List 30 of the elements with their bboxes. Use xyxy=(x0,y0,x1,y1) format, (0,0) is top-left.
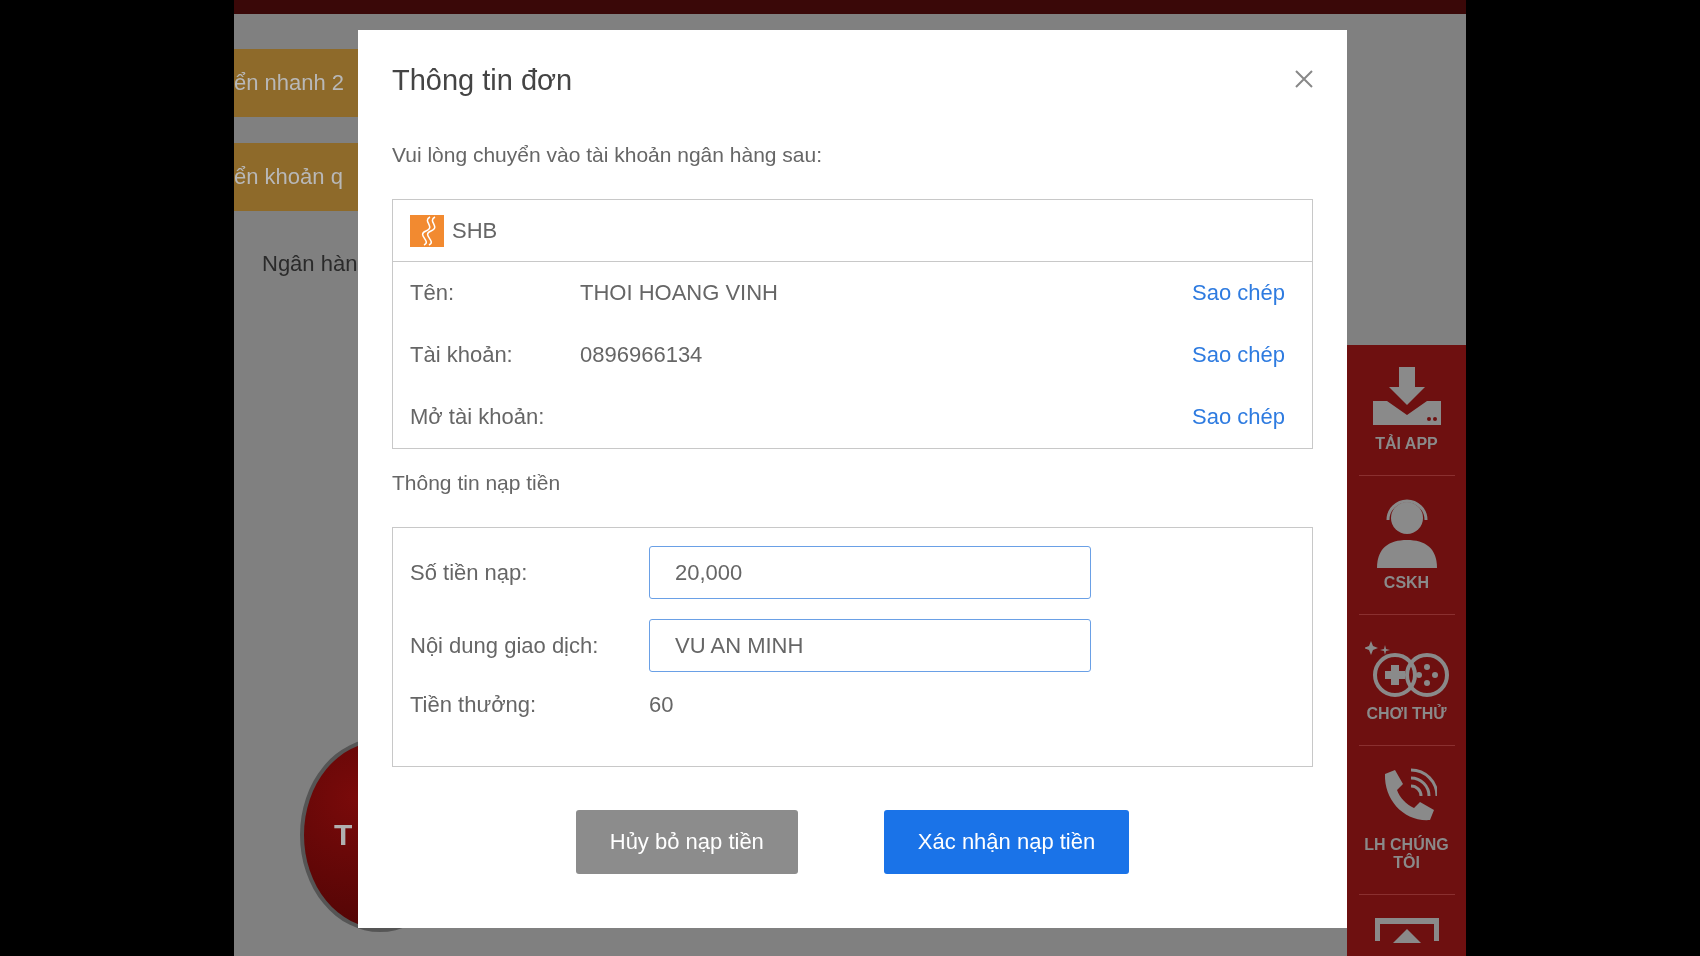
menu-tab[interactable]: ển nhanh 2 xyxy=(234,49,358,117)
close-icon xyxy=(1295,70,1313,88)
field-value: 0896966134 xyxy=(580,342,703,367)
field-value: THOI HOANG VINH xyxy=(580,280,778,305)
field-value: 60 xyxy=(649,692,674,718)
field-label: Tài khoản: xyxy=(410,342,514,368)
confirm-button[interactable]: Xác nhận nạp tiền xyxy=(883,810,1130,874)
input-field[interactable]: VU AN MINH xyxy=(649,619,1091,672)
copy-link[interactable]: Sao chép xyxy=(1192,280,1285,306)
instruction-text: Vui lòng chuyển vào tài khoản ngân hàng sau: xyxy=(392,143,824,167)
dialog-title: Thông tin đơn xyxy=(392,64,573,97)
bank-logo-icon xyxy=(410,214,444,247)
cancel-button[interactable]: Hủy bỏ nạp tiền xyxy=(575,810,798,874)
field-label: Số tiền nạp: xyxy=(410,559,529,586)
menu-tab[interactable]: ển khoản q xyxy=(234,143,358,211)
side-menu-item[interactable]: CHƠI THỬ xyxy=(1358,615,1455,746)
field-label: Mở tài khoản: xyxy=(410,404,546,430)
field-label: Tiền thưởng: xyxy=(410,692,538,718)
field-label: Tên: xyxy=(410,280,456,306)
side-menu-item[interactable]: TẢI APP xyxy=(1358,345,1455,476)
section-title: Thông tin nạp tiền xyxy=(392,471,562,495)
side-menu-item[interactable]: LH CHÚNG TÔI xyxy=(1358,746,1455,895)
bank-name: SHB xyxy=(452,217,498,244)
bank-label: Ngân hàn xyxy=(262,251,359,277)
copy-link[interactable]: Sao chép xyxy=(1192,404,1285,430)
copy-link[interactable]: Sao chép xyxy=(1192,342,1285,368)
scroll-top-icon xyxy=(1374,917,1439,943)
input-field[interactable]: 20,000 xyxy=(649,546,1091,599)
field-label: Nội dung giao dịch: xyxy=(410,632,600,659)
side-menu-item[interactable]: CSKH xyxy=(1358,476,1455,615)
